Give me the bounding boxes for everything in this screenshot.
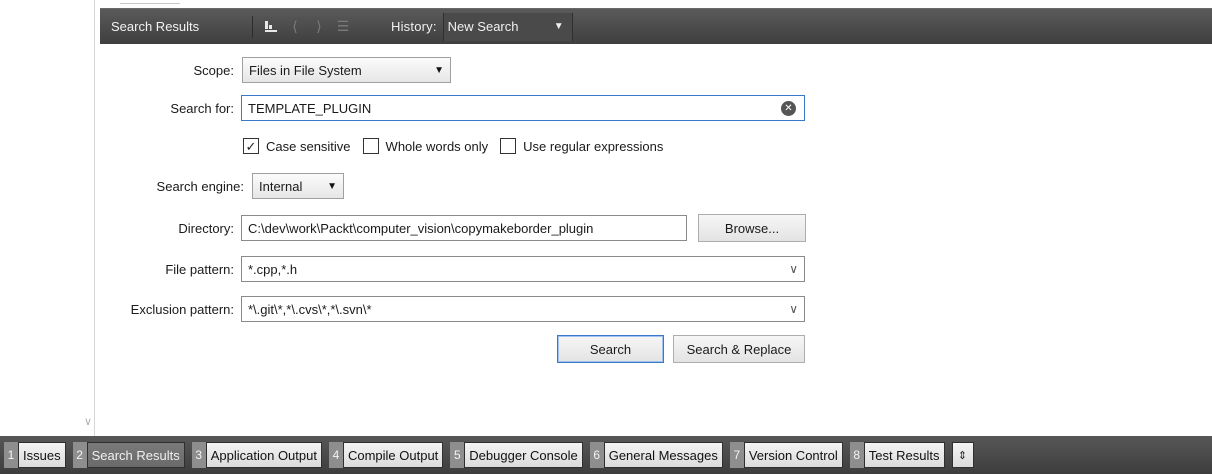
case-sensitive-label: Case sensitive [266, 138, 351, 154]
search-replace-button[interactable]: Search & Replace [673, 335, 805, 363]
output-tab-general-messages[interactable]: 6 General Messages [589, 442, 723, 468]
regex-label: Use regular expressions [523, 138, 664, 154]
history-value: New Search [447, 19, 519, 34]
output-tab-version-control[interactable]: 7 Version Control [729, 442, 843, 468]
regex-checkbox[interactable] [500, 138, 517, 154]
up-down-arrows-icon[interactable]: ⇕ [951, 442, 974, 468]
browse-button[interactable]: Browse... [698, 214, 806, 242]
chevron-down-icon[interactable]: ∨ [789, 302, 798, 316]
caret-down-icon: ▼ [434, 64, 444, 76]
tab-label: Compile Output [342, 442, 444, 468]
tab-number: 8 [849, 442, 864, 468]
directory-input[interactable]: C:\dev\work\Packt\computer_vision\copyma… [241, 215, 687, 241]
toolbar-separator [252, 15, 253, 38]
output-tab-search-results[interactable]: 2 Search Results [72, 442, 185, 468]
history-dropdown[interactable]: New Search ▼ [442, 12, 573, 41]
history-label: History: [391, 19, 437, 34]
expand-collapse-icon[interactable] [259, 15, 283, 39]
chevron-down-icon[interactable]: ∨ [81, 410, 95, 434]
chevron-down-icon[interactable]: ∨ [789, 262, 798, 276]
case-sensitive-checkbox[interactable]: ✓ [243, 138, 259, 154]
tab-number: 6 [589, 442, 604, 468]
file-pattern-input[interactable]: *.cpp,*.h ∨ [241, 256, 805, 282]
output-tab-issues[interactable]: 1 Issues [4, 442, 66, 468]
tab-label: General Messages [603, 442, 723, 468]
clear-icon[interactable]: ✕ [781, 101, 796, 116]
next-icon[interactable]: ⟩ [307, 15, 331, 39]
tab-number: 1 [4, 442, 18, 468]
tab-number: 4 [328, 442, 343, 468]
search-for-label: Search for: [170, 101, 234, 116]
tab-number: 7 [729, 442, 744, 468]
directory-value: C:\dev\work\Packt\computer_vision\copyma… [248, 220, 594, 236]
whole-words-checkbox[interactable] [362, 138, 379, 154]
list-icon[interactable]: ☰ [331, 15, 355, 39]
exclusion-pattern-label: Exclusion pattern: [130, 302, 234, 317]
tab-label: Version Control [743, 442, 843, 468]
directory-label: Directory: [178, 221, 234, 236]
output-tab-test-results[interactable]: 8 Test Results [849, 442, 945, 468]
tab-label: Search Results [86, 442, 185, 468]
search-engine-label: Search engine: [156, 179, 244, 194]
caret-down-icon: ▼ [553, 21, 564, 32]
tab-number: 3 [191, 442, 206, 468]
output-tab-debugger-console[interactable]: 5 Debugger Console [450, 442, 583, 468]
tab-number: 5 [450, 442, 465, 468]
file-pattern-label: File pattern: [165, 262, 234, 277]
search-button[interactable]: Search [557, 335, 664, 363]
exclusion-pattern-value: *\.git\*,*\.cvs\*,*\.svn\* [248, 301, 372, 317]
output-tab-application-output[interactable]: 3 Application Output [191, 442, 322, 468]
search-for-value: TEMPLATE_PLUGIN [248, 100, 372, 116]
editor-fragment [120, 0, 180, 4]
exclusion-pattern-input[interactable]: *\.git\*,*\.cvs\*,*\.svn\* ∨ [241, 296, 805, 322]
output-tab-compile-output[interactable]: 4 Compile Output [328, 442, 444, 468]
search-options: ✓ Case sensitive Whole words only Use re… [243, 138, 675, 154]
whole-words-label: Whole words only [385, 138, 489, 154]
scope-dropdown[interactable]: Files in File System ▼ [242, 57, 451, 83]
tab-label: Application Output [205, 442, 322, 468]
previous-icon[interactable]: ⟨ [283, 15, 307, 39]
tab-label: Issues [18, 442, 66, 468]
file-pattern-value: *.cpp,*.h [248, 261, 298, 277]
scope-value: Files in File System [249, 62, 362, 78]
tab-number: 2 [72, 442, 87, 468]
search-results-toolbar: Search Results ⟨ ⟩ ☰ History: New Search… [100, 8, 1212, 44]
tab-label: Debugger Console [464, 442, 583, 468]
scope-label: Scope: [193, 63, 234, 78]
search-engine-value: Internal [259, 178, 303, 194]
caret-down-icon: ▼ [327, 180, 337, 192]
pane-title: Search Results [111, 19, 200, 34]
search-for-input[interactable]: TEMPLATE_PLUGIN ✕ [241, 95, 805, 121]
output-pane-bar: 1 Issues 2 Search Results 3 Application … [0, 436, 1212, 474]
tab-label: Test Results [863, 442, 945, 468]
search-engine-dropdown[interactable]: Internal ▼ [252, 173, 344, 199]
editor-gutter [0, 0, 95, 436]
